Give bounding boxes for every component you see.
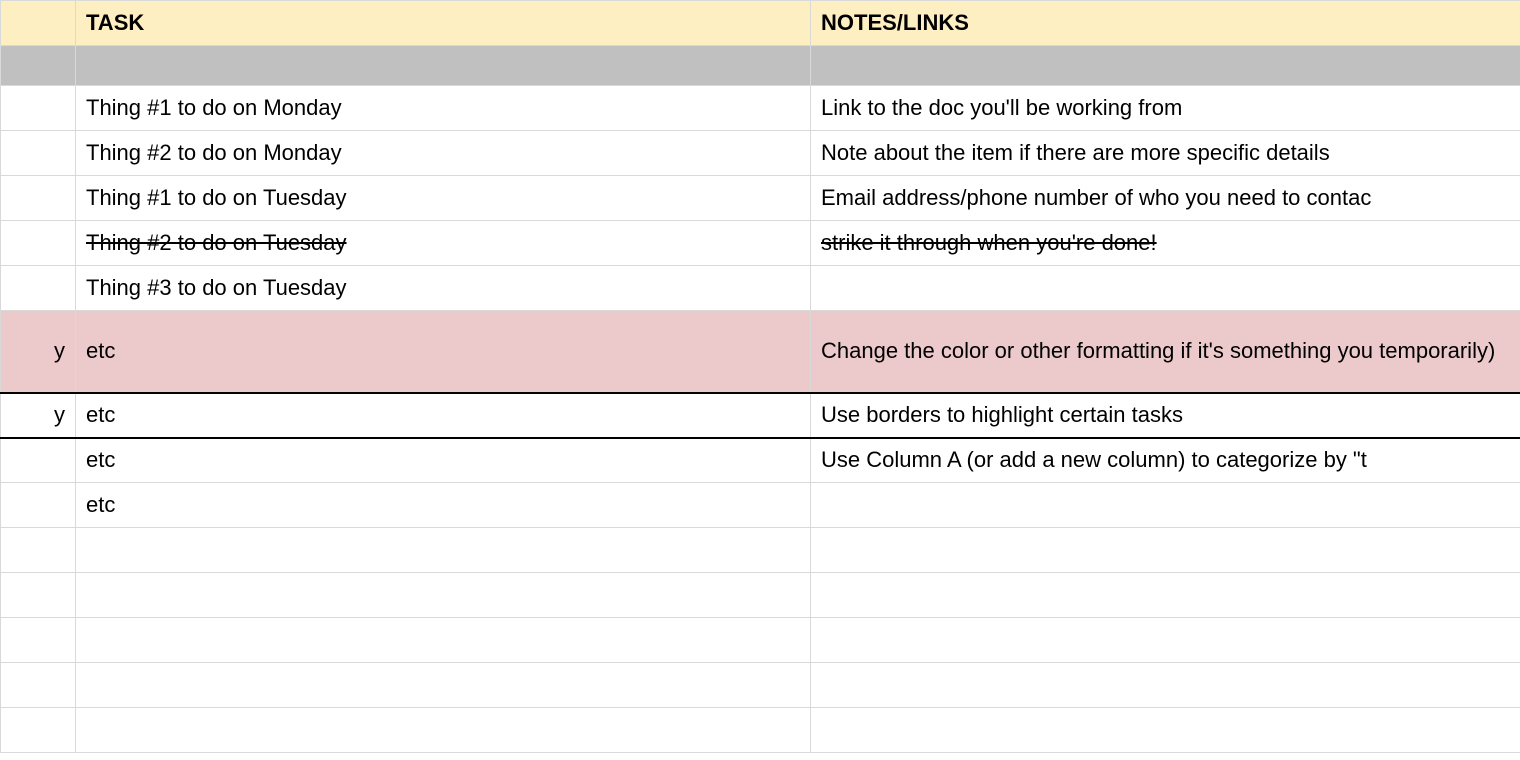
cell-task[interactable] bbox=[76, 528, 811, 573]
header-task[interactable]: TASK bbox=[76, 1, 811, 46]
cell-notes[interactable] bbox=[811, 573, 1520, 618]
cell-notes[interactable] bbox=[811, 618, 1520, 663]
cell-notes[interactable] bbox=[811, 708, 1520, 753]
cell-notes[interactable]: Note about the item if there are more sp… bbox=[811, 131, 1520, 176]
cell-task[interactable]: etc bbox=[76, 311, 811, 393]
cell-task[interactable] bbox=[76, 46, 811, 86]
cell-col-a[interactable] bbox=[1, 528, 76, 573]
cell-task[interactable] bbox=[76, 573, 811, 618]
cell-task[interactable]: Thing #1 to do on Monday bbox=[76, 86, 811, 131]
table-row[interactable] bbox=[1, 663, 1520, 708]
table-row[interactable]: etcUse Column A (or add a new column) to… bbox=[1, 438, 1520, 483]
cell-task[interactable]: etc bbox=[76, 483, 811, 528]
notes-text: strike it through when you're done! bbox=[821, 230, 1157, 255]
cell-task[interactable] bbox=[76, 618, 811, 663]
cell-task[interactable]: etc bbox=[76, 438, 811, 483]
table-row[interactable] bbox=[1, 528, 1520, 573]
cell-notes[interactable] bbox=[811, 46, 1520, 86]
cell-notes[interactable]: Use Column A (or add a new column) to ca… bbox=[811, 438, 1520, 483]
cell-task[interactable]: etc bbox=[76, 393, 811, 438]
cell-col-a[interactable] bbox=[1, 131, 76, 176]
table-row[interactable]: Thing #2 to do on Tuesday strike it throu… bbox=[1, 221, 1520, 266]
cell-col-a[interactable] bbox=[1, 663, 76, 708]
table-row[interactable] bbox=[1, 573, 1520, 618]
table-row[interactable] bbox=[1, 708, 1520, 753]
cell-col-a[interactable] bbox=[1, 618, 76, 663]
cell-task[interactable] bbox=[76, 708, 811, 753]
cell-task[interactable]: Thing #3 to do on Tuesday bbox=[76, 266, 811, 311]
cell-notes[interactable]: Change the color or other formatting if … bbox=[811, 311, 1520, 393]
cell-notes[interactable] bbox=[811, 266, 1520, 311]
cell-task[interactable]: Thing #1 to do on Tuesday bbox=[76, 176, 811, 221]
cell-col-a[interactable] bbox=[1, 176, 76, 221]
task-text: Thing #2 to do on Tuesday bbox=[86, 230, 347, 255]
cell-col-a[interactable] bbox=[1, 573, 76, 618]
table-row[interactable]: Thing #1 to do on MondayLink to the doc … bbox=[1, 86, 1520, 131]
cell-col-a[interactable] bbox=[1, 438, 76, 483]
cell-notes[interactable] bbox=[811, 663, 1520, 708]
table-row[interactable]: Thing #2 to do on MondayNote about the i… bbox=[1, 131, 1520, 176]
table-row[interactable] bbox=[1, 618, 1520, 663]
table-row[interactable]: Thing #3 to do on Tuesday bbox=[1, 266, 1520, 311]
cell-col-a[interactable] bbox=[1, 221, 76, 266]
cell-task[interactable]: Thing #2 to do on Tuesday bbox=[76, 221, 811, 266]
header-col-a[interactable] bbox=[1, 1, 76, 46]
cell-col-a[interactable]: y bbox=[1, 311, 76, 393]
task-spreadsheet[interactable]: TASK NOTES/LINKS Thing #1 to do on Monda… bbox=[0, 0, 1520, 753]
cell-col-a[interactable]: y bbox=[1, 393, 76, 438]
cell-notes[interactable]: strike it through when you're done! bbox=[811, 221, 1520, 266]
cell-col-a[interactable] bbox=[1, 86, 76, 131]
table-row[interactable]: yetcUse borders to highlight certain tas… bbox=[1, 393, 1520, 438]
header-row: TASK NOTES/LINKS bbox=[1, 1, 1520, 46]
cell-col-a[interactable] bbox=[1, 266, 76, 311]
cell-task[interactable]: Thing #2 to do on Monday bbox=[76, 131, 811, 176]
cell-notes[interactable] bbox=[811, 483, 1520, 528]
cell-notes[interactable]: Link to the doc you'll be working from bbox=[811, 86, 1520, 131]
cell-col-a[interactable] bbox=[1, 46, 76, 86]
cell-task[interactable] bbox=[76, 663, 811, 708]
cell-col-a[interactable] bbox=[1, 708, 76, 753]
header-notes[interactable]: NOTES/LINKS bbox=[811, 1, 1520, 46]
table-row[interactable]: etc bbox=[1, 483, 1520, 528]
table-row[interactable]: Thing #1 to do on TuesdayEmail address/p… bbox=[1, 176, 1520, 221]
cell-col-a[interactable] bbox=[1, 483, 76, 528]
cell-notes[interactable] bbox=[811, 528, 1520, 573]
cell-notes[interactable]: Use borders to highlight certain tasks bbox=[811, 393, 1520, 438]
table-row[interactable]: yetcChange the color or other formatting… bbox=[1, 311, 1520, 393]
cell-notes[interactable]: Email address/phone number of who you ne… bbox=[811, 176, 1520, 221]
table-row[interactable] bbox=[1, 46, 1520, 86]
